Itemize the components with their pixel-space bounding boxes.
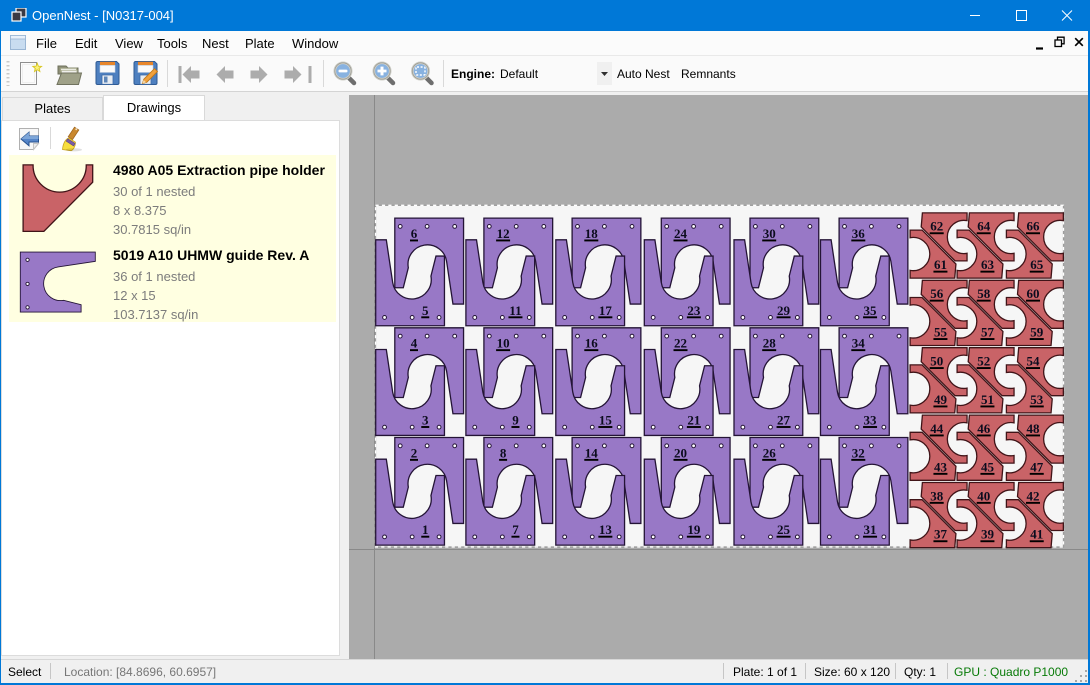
svg-text:66: 66 [1027, 219, 1041, 234]
svg-text:63: 63 [981, 257, 995, 272]
svg-text:43: 43 [934, 459, 948, 474]
svg-text:1: 1 [422, 522, 429, 537]
svg-text:53: 53 [1030, 392, 1044, 407]
svg-text:38: 38 [930, 488, 944, 503]
svg-text:46: 46 [977, 421, 991, 436]
svg-text:35: 35 [864, 303, 878, 318]
svg-text:58: 58 [977, 286, 991, 301]
svg-text:10: 10 [497, 336, 510, 351]
svg-text:26: 26 [763, 445, 777, 460]
svg-text:9: 9 [512, 412, 519, 427]
svg-text:56: 56 [930, 286, 944, 301]
svg-text:54: 54 [1027, 354, 1041, 369]
svg-text:48: 48 [1027, 421, 1041, 436]
svg-text:21: 21 [687, 412, 700, 427]
svg-text:14: 14 [585, 445, 599, 460]
svg-text:8: 8 [500, 445, 507, 460]
svg-text:2: 2 [411, 445, 418, 460]
svg-text:6: 6 [411, 226, 418, 241]
svg-text:11: 11 [509, 303, 521, 318]
svg-text:20: 20 [674, 445, 687, 460]
svg-text:44: 44 [930, 421, 944, 436]
svg-text:65: 65 [1030, 257, 1044, 272]
svg-text:3: 3 [422, 412, 429, 427]
svg-text:23: 23 [687, 303, 701, 318]
svg-text:37: 37 [934, 527, 948, 542]
svg-text:27: 27 [777, 412, 791, 427]
svg-text:60: 60 [1027, 286, 1040, 301]
svg-text:24: 24 [674, 226, 688, 241]
svg-text:62: 62 [930, 219, 943, 234]
svg-text:51: 51 [981, 392, 994, 407]
svg-text:13: 13 [599, 522, 613, 537]
svg-text:45: 45 [981, 459, 995, 474]
svg-text:22: 22 [674, 336, 687, 351]
svg-text:16: 16 [585, 336, 599, 351]
svg-text:40: 40 [977, 488, 990, 503]
svg-text:18: 18 [585, 226, 599, 241]
svg-text:17: 17 [599, 303, 613, 318]
svg-text:41: 41 [1030, 527, 1043, 542]
svg-text:39: 39 [981, 527, 995, 542]
svg-text:59: 59 [1030, 324, 1044, 339]
svg-text:31: 31 [864, 522, 877, 537]
svg-text:42: 42 [1027, 488, 1040, 503]
svg-text:61: 61 [934, 257, 947, 272]
svg-text:7: 7 [512, 522, 519, 537]
svg-text:19: 19 [687, 522, 701, 537]
svg-text:34: 34 [852, 336, 866, 351]
svg-text:28: 28 [763, 336, 777, 351]
svg-text:33: 33 [864, 412, 878, 427]
svg-text:36: 36 [852, 226, 866, 241]
svg-text:64: 64 [977, 219, 991, 234]
svg-text:50: 50 [930, 354, 943, 369]
svg-text:5: 5 [422, 303, 429, 318]
svg-text:57: 57 [981, 324, 995, 339]
svg-text:47: 47 [1030, 459, 1044, 474]
svg-text:30: 30 [763, 226, 776, 241]
svg-text:4: 4 [411, 336, 418, 351]
svg-text:29: 29 [777, 303, 791, 318]
svg-text:25: 25 [777, 522, 791, 537]
svg-text:55: 55 [934, 324, 948, 339]
svg-text:49: 49 [934, 392, 948, 407]
svg-text:32: 32 [852, 445, 865, 460]
svg-text:12: 12 [497, 226, 510, 241]
svg-text:15: 15 [599, 412, 613, 427]
svg-text:52: 52 [977, 354, 990, 369]
